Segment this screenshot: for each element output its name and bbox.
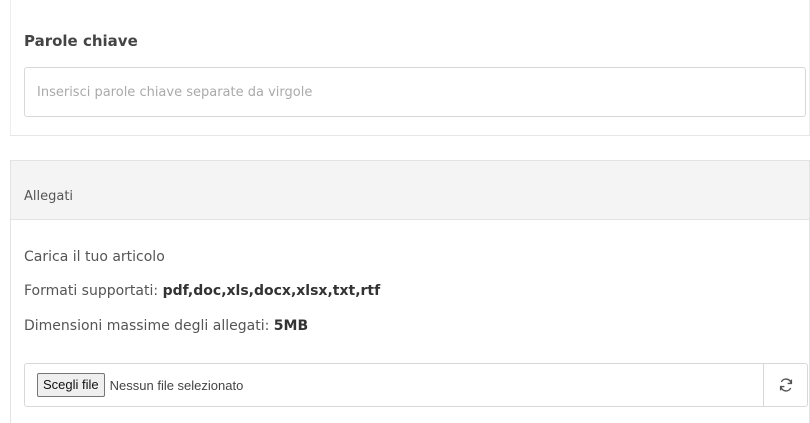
max-size: Dimensioni massime degli allegati: 5MB bbox=[24, 318, 308, 334]
file-upload-group: Scegli file Nessun file selezionato bbox=[24, 363, 808, 407]
supported-formats: Formati supportati: pdf,doc,xls,docx,xls… bbox=[24, 283, 380, 299]
refresh-button[interactable] bbox=[763, 364, 807, 406]
no-file-selected-text: Nessun file selezionato bbox=[109, 377, 244, 393]
attachments-panel: Allegati Carica il tuo articolo Formati … bbox=[10, 160, 810, 423]
supported-formats-label: Formati supportati: bbox=[24, 283, 159, 299]
upload-instruction: Carica il tuo articolo bbox=[24, 249, 165, 265]
keywords-label: Parole chiave bbox=[24, 32, 138, 50]
refresh-icon bbox=[779, 378, 792, 392]
max-size-label: Dimensioni massime degli allegati: bbox=[24, 318, 270, 334]
keywords-panel: Parole chiave bbox=[10, 0, 810, 136]
supported-formats-value: pdf,doc,xls,docx,xlsx,txt,rtf bbox=[162, 283, 381, 299]
max-size-value: 5MB bbox=[273, 318, 309, 334]
attachments-header: Allegati bbox=[11, 161, 809, 220]
choose-file-button[interactable]: Scegli file bbox=[37, 373, 105, 397]
keywords-input[interactable] bbox=[24, 67, 806, 117]
attachments-title: Allegati bbox=[24, 189, 74, 204]
file-input[interactable]: Scegli file Nessun file selezionato bbox=[25, 364, 763, 406]
